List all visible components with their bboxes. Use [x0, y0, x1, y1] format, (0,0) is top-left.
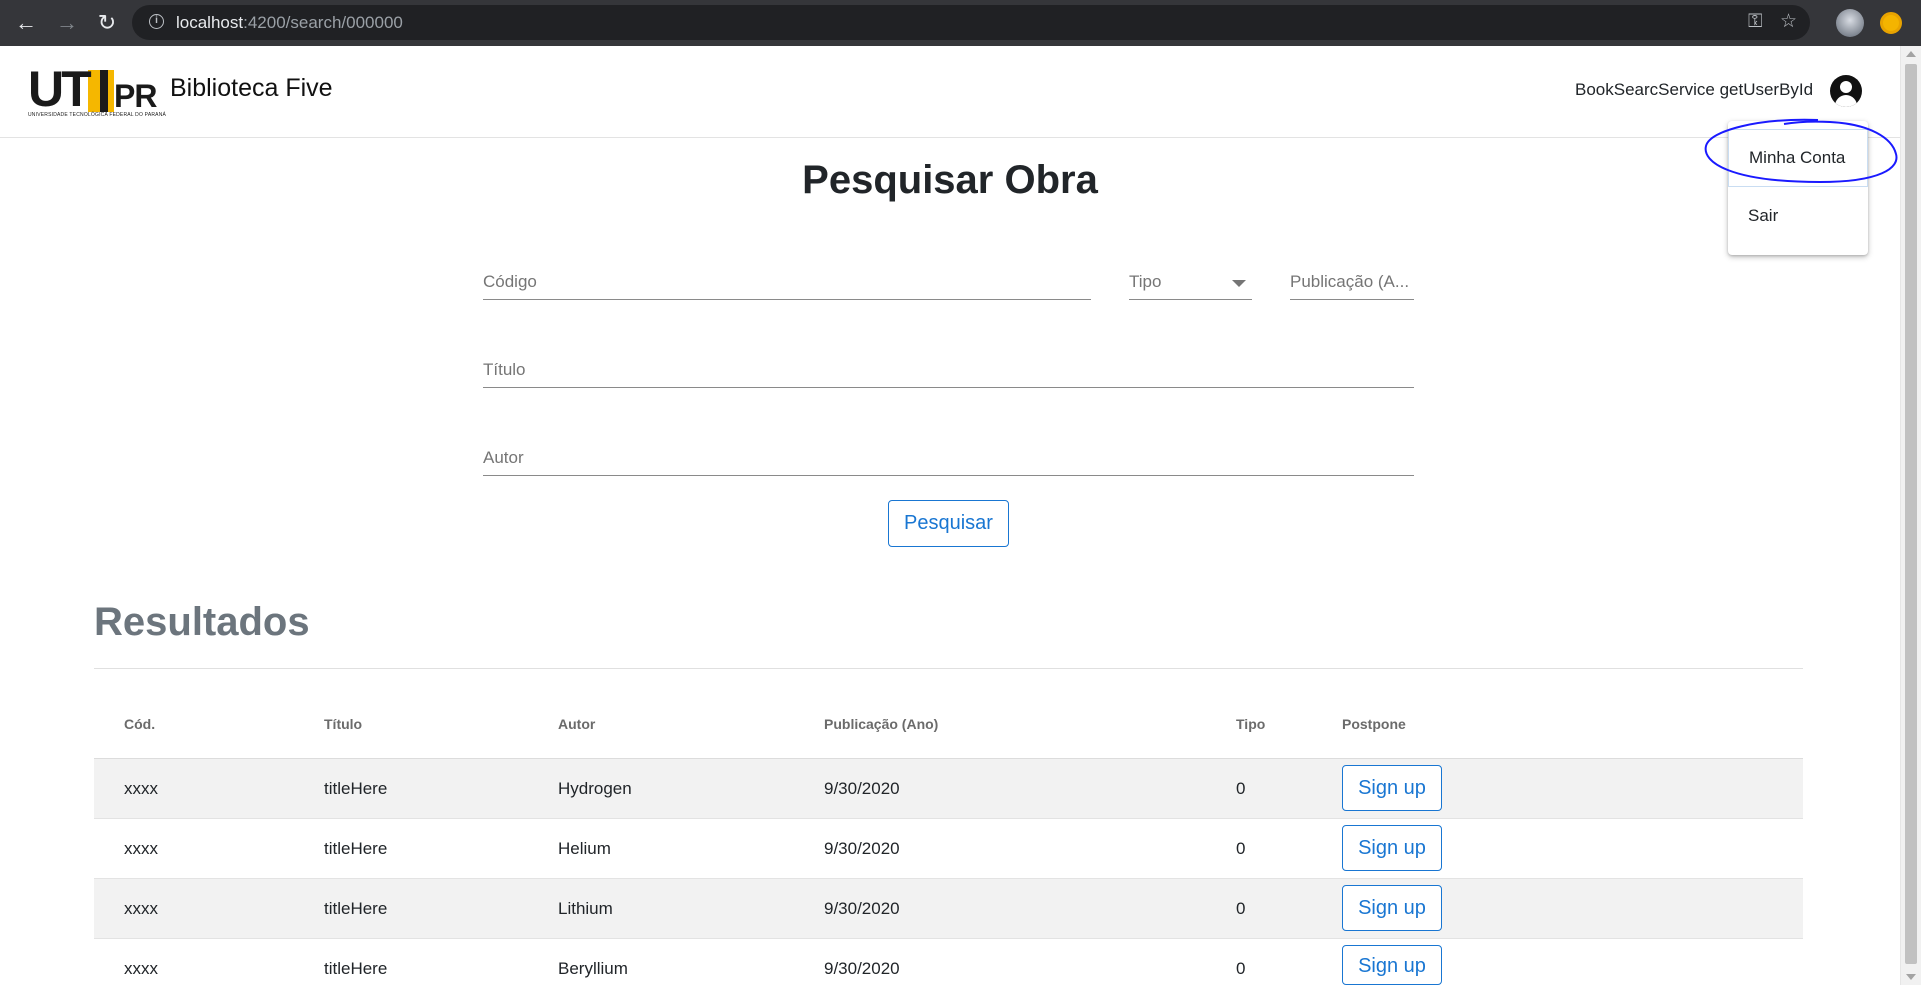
cell-tipo: 0 — [1236, 959, 1246, 978]
titulo-field[interactable]: Título — [483, 356, 1414, 388]
cell-titulo: titleHere — [324, 959, 388, 978]
user-name-link[interactable]: BookSearcService getUserById — [1575, 80, 1813, 100]
logo-letters: UT — [28, 61, 92, 117]
scroll-down-arrow-icon[interactable] — [1906, 974, 1916, 980]
cell-autor: Hydrogen — [558, 779, 632, 798]
star-icon[interactable]: ☆ — [1780, 11, 1797, 33]
cell-cod: xxxx — [124, 839, 158, 858]
column-header-cod: Cód. — [124, 716, 156, 732]
url-host: localhost — [176, 13, 244, 32]
cell-autor: Beryllium — [558, 959, 628, 978]
cell-autor: Helium — [558, 839, 611, 858]
extension-icon[interactable] — [1880, 12, 1902, 34]
account-circle-icon[interactable] — [1830, 75, 1862, 107]
column-header-tipo: Tipo — [1236, 716, 1266, 732]
cell-publicacao: 9/30/2020 — [824, 839, 900, 858]
titulo-label: Título — [483, 360, 526, 379]
tipo-select[interactable]: Tipo — [1129, 268, 1252, 300]
table-row: xxxx titleHere Helium 9/30/2020 0 Sign u… — [94, 819, 1803, 879]
column-header-autor: Autor — [558, 716, 596, 732]
profile-avatar-icon[interactable] — [1836, 9, 1864, 37]
cell-tipo: 0 — [1236, 839, 1246, 858]
brand-title[interactable]: Biblioteca Five — [170, 74, 333, 103]
codigo-label: Código — [483, 272, 537, 291]
cell-tipo: 0 — [1236, 779, 1246, 798]
cell-autor: Lithium — [558, 899, 613, 918]
table-row: xxxx titleHere Beryllium 9/30/2020 0 Sig… — [94, 939, 1803, 985]
publicacao-label: Publicação (A... — [1290, 272, 1410, 291]
page-title: Pesquisar Obra — [802, 158, 1098, 202]
cell-titulo: titleHere — [324, 779, 388, 798]
sign-up-button[interactable]: Sign up — [1342, 945, 1442, 985]
pesquisar-button[interactable]: Pesquisar — [888, 500, 1009, 547]
column-header-postpone: Postpone — [1342, 716, 1406, 732]
cell-cod: xxxx — [124, 899, 158, 918]
url-path: :4200/search/000000 — [243, 13, 403, 32]
tipo-label: Tipo — [1129, 272, 1162, 291]
column-header-publicacao: Publicação (Ano) — [824, 716, 939, 732]
logo-caption: UNIVERSIDADE TECNOLÓGICA FEDERAL DO PARA… — [28, 112, 167, 118]
cell-titulo: titleHere — [324, 839, 388, 858]
back-arrow-icon[interactable]: ← — [13, 10, 39, 36]
page-scrollbar[interactable] — [1900, 46, 1921, 985]
cell-titulo: titleHere — [324, 899, 388, 918]
app-header: UT PR UNIVERSIDADE TECNOLÓGICA FEDERAL D… — [0, 46, 1900, 138]
results-table-header: Cód. Título Autor Publicação (Ano) Tipo … — [94, 700, 1803, 759]
account-head-shape — [1840, 81, 1852, 93]
results-title: Resultados — [94, 600, 310, 644]
dropdown-caret-icon — [1232, 280, 1246, 287]
table-row: xxxx titleHere Hydrogen 9/30/2020 0 Sign… — [94, 759, 1803, 819]
forward-arrow-icon[interactable]: → — [54, 10, 80, 36]
browser-toolbar: ← → ↻ i localhost:4200/search/000000 ⚿ ☆ — [0, 0, 1921, 46]
autor-field[interactable]: Autor — [483, 444, 1414, 476]
results-divider — [94, 668, 1803, 669]
address-bar[interactable]: i localhost:4200/search/000000 ⚿ ☆ — [132, 5, 1810, 40]
reload-icon[interactable]: ↻ — [94, 10, 120, 36]
logo-black-bar — [100, 70, 108, 112]
publicacao-field[interactable]: Publicação (A... — [1290, 268, 1414, 300]
scrollbar-thumb[interactable] — [1905, 64, 1917, 964]
sign-up-button[interactable]: Sign up — [1342, 885, 1442, 931]
key-icon[interactable]: ⚿ — [1748, 11, 1762, 33]
account-body-shape — [1835, 95, 1857, 107]
cell-cod: xxxx — [124, 779, 158, 798]
cell-publicacao: 9/30/2020 — [824, 959, 900, 978]
column-header-titulo: Título — [324, 716, 363, 732]
sign-up-button[interactable]: Sign up — [1342, 825, 1442, 871]
cell-publicacao: 9/30/2020 — [824, 899, 900, 918]
cell-publicacao: 9/30/2020 — [824, 779, 900, 798]
scroll-up-arrow-icon[interactable] — [1906, 51, 1916, 57]
info-icon[interactable]: i — [149, 14, 164, 29]
logo-pr: PR — [114, 78, 157, 114]
url-text[interactable]: localhost:4200/search/000000 — [176, 13, 403, 33]
cell-cod: xxxx — [124, 959, 158, 978]
autor-label: Autor — [483, 448, 524, 467]
cell-tipo: 0 — [1236, 899, 1246, 918]
utfpr-logo[interactable]: UT PR UNIVERSIDADE TECNOLÓGICA FEDERAL D… — [28, 61, 167, 118]
codigo-field[interactable]: Código — [483, 268, 1091, 300]
table-row: xxxx titleHere Lithium 9/30/2020 0 Sign … — [94, 879, 1803, 939]
sign-up-button[interactable]: Sign up — [1342, 765, 1442, 811]
